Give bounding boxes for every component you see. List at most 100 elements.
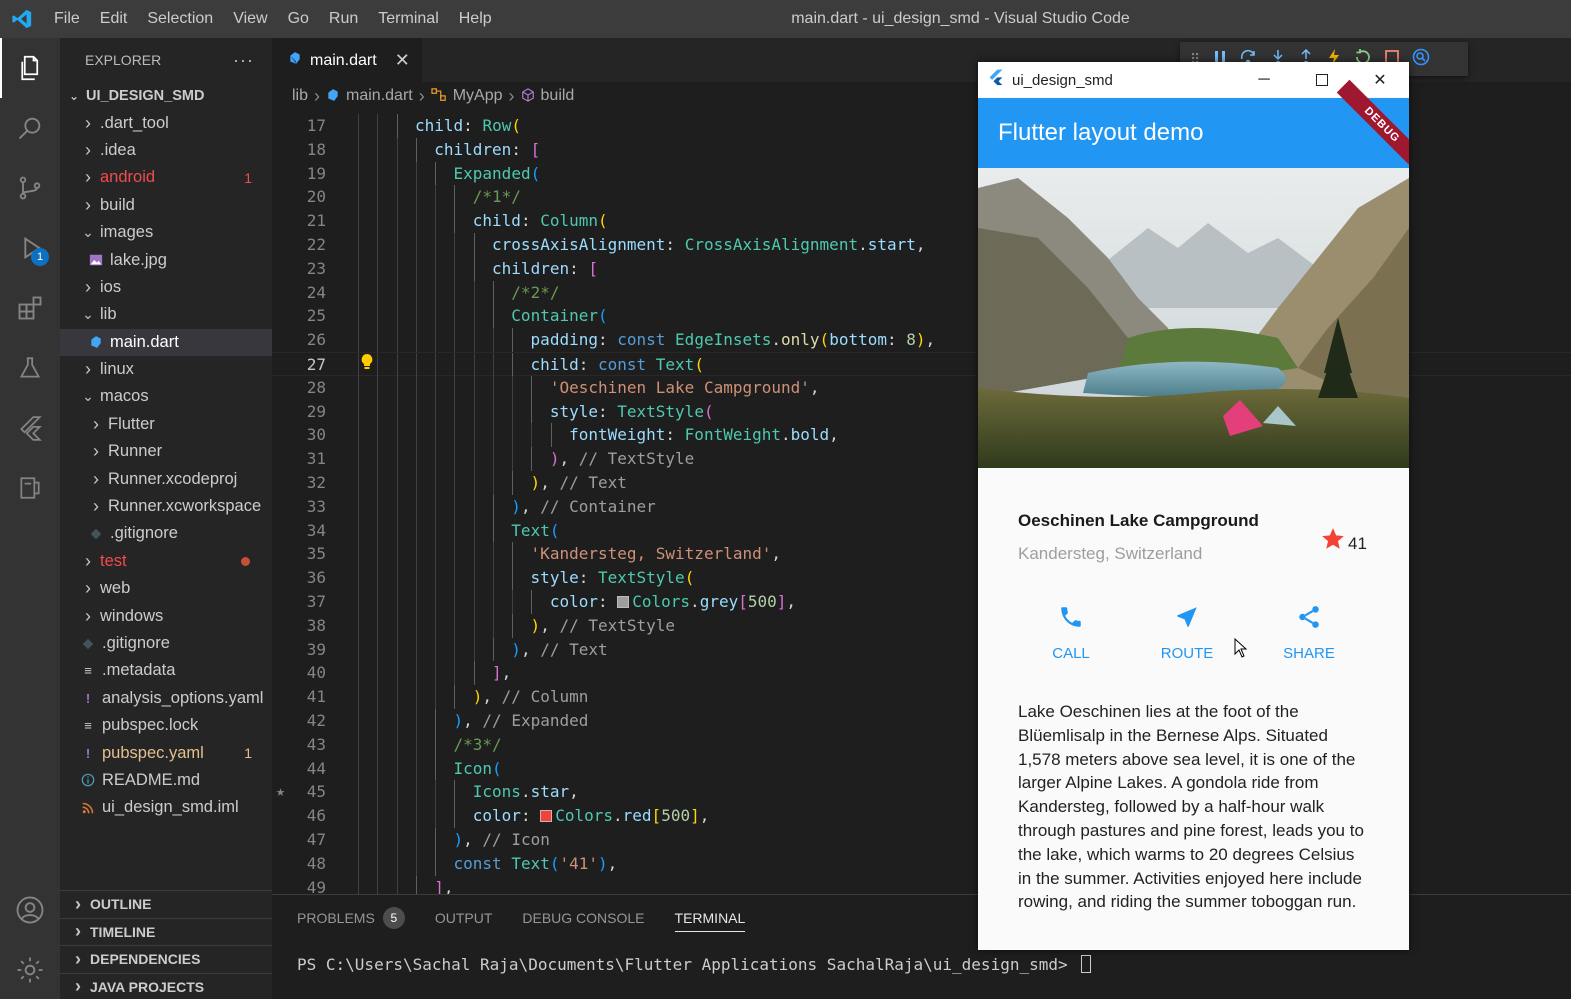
tab-main-dart[interactable]: main.dart ✕ — [272, 38, 422, 82]
route-button[interactable]: ROUTE — [1142, 604, 1232, 662]
minimize-icon[interactable]: ─ — [1235, 62, 1293, 98]
tree-item-runner[interactable]: › Runner — [60, 438, 272, 465]
tree-item-metadata[interactable]: ≡ .metadata — [60, 657, 272, 684]
explorer-icon[interactable] — [0, 38, 60, 98]
tree-item-lib[interactable]: ⌄ lib — [60, 301, 272, 328]
tree-item-linux[interactable]: › linux — [60, 356, 272, 383]
indent-guide — [396, 471, 398, 495]
indent-guide — [358, 399, 359, 424]
tree-item-ui-design-smd-iml[interactable]: ui_design_smd.iml — [60, 794, 272, 821]
menu-run[interactable]: Run — [319, 0, 368, 38]
tree-item-lake-jpg[interactable]: lake.jpg — [60, 246, 272, 273]
section-dependencies[interactable]: › DEPENDENCIES — [60, 945, 272, 973]
tree-item-test[interactable]: › test — [60, 548, 272, 575]
section-java-projects[interactable]: › JAVA PROJECTS — [60, 972, 272, 999]
menu-selection[interactable]: Selection — [137, 0, 223, 38]
tree-item-ios[interactable]: › ios — [60, 274, 272, 301]
indent-guide — [358, 280, 359, 305]
menu-terminal[interactable]: Terminal — [368, 0, 448, 38]
devtools-search-icon[interactable] — [1412, 48, 1430, 71]
tree-item-pubspec-lock[interactable]: ≡ pubspec.lock — [60, 712, 272, 739]
indent-guide — [512, 423, 514, 448]
indent-guide — [415, 471, 417, 495]
breadcrumb-item[interactable]: build — [521, 87, 574, 105]
indent-guide — [396, 613, 398, 638]
call-button[interactable]: CALL — [1026, 604, 1116, 662]
indent-guide — [396, 375, 398, 400]
tree-item-pubspec-yaml[interactable]: ! pubspec.yaml 1 — [60, 739, 272, 766]
tab-terminal[interactable]: TERMINAL — [674, 904, 746, 932]
lightbulb-icon[interactable] — [360, 353, 374, 378]
line-number: 44 — [306, 758, 326, 778]
tree-item-dart-tool[interactable]: › .dart_tool — [60, 109, 272, 136]
project-root-label: UI_DESIGN_SMD — [86, 87, 205, 104]
tree-item-readme-md[interactable]: README.md — [60, 767, 272, 794]
indent-guide — [435, 709, 437, 733]
tree-item-analysis-options-yaml[interactable]: ! analysis_options.yaml — [60, 685, 272, 712]
chevron-right-icon: › — [85, 578, 91, 599]
tree-item-runner-xcworkspace[interactable]: › Runner.xcworkspace — [60, 493, 272, 520]
menu-go[interactable]: Go — [278, 0, 319, 38]
tree-item-android[interactable]: › android 1 — [60, 164, 272, 191]
indent-guide — [435, 328, 437, 352]
source-control-icon[interactable] — [0, 158, 60, 218]
run-debug-icon[interactable]: 1 — [0, 218, 60, 278]
flutter-icon[interactable] — [0, 398, 60, 458]
tab-problems[interactable]: PROBLEMS 5 — [297, 895, 405, 941]
code-text: 'Oeschinen Lake Campground', — [549, 377, 820, 397]
tab-debug-console[interactable]: DEBUG CONSOLE — [522, 895, 644, 941]
extensions-icon[interactable] — [0, 278, 60, 338]
indent-guide — [454, 328, 456, 352]
tree-item-build[interactable]: › build — [60, 192, 272, 219]
menu-edit[interactable]: Edit — [90, 0, 138, 38]
testing-icon[interactable] — [0, 338, 60, 398]
project-root[interactable]: ⌄ UI_DESIGN_SMD — [60, 82, 272, 109]
menu-file[interactable]: File — [44, 0, 90, 38]
flutter-logo-icon — [988, 69, 1004, 91]
tree-item-gitignore[interactable]: .gitignore — [60, 520, 272, 547]
device-icon[interactable] — [0, 458, 60, 518]
tree-item-windows[interactable]: › windows — [60, 602, 272, 629]
code-text: ), // Text — [511, 639, 608, 659]
indent-guide — [435, 399, 437, 424]
tree-item-label: windows — [100, 606, 164, 625]
indent-guide — [415, 756, 417, 781]
indent-guide — [377, 114, 379, 138]
accounts-icon[interactable] — [0, 880, 60, 940]
tree-item-images[interactable]: ⌄ images — [60, 219, 272, 246]
indent-guide — [473, 304, 475, 329]
indent-guide — [396, 494, 398, 519]
tree-item-idea[interactable]: › .idea — [60, 137, 272, 164]
tree-item-web[interactable]: › web — [60, 575, 272, 602]
indent-guide — [377, 423, 379, 448]
code-text: ), // Text — [530, 473, 627, 492]
indent-guide — [435, 494, 437, 519]
line-number: 20 — [306, 187, 326, 207]
line-number: 19 — [306, 163, 326, 183]
indent-guide — [396, 590, 398, 614]
tree-item-gitignore[interactable]: .gitignore — [60, 630, 272, 657]
breadcrumb-item[interactable]: lib — [292, 87, 308, 105]
manage-gear-icon[interactable] — [0, 940, 60, 999]
more-actions-icon[interactable]: ··· — [233, 50, 254, 71]
tree-item-macos[interactable]: ⌄ macos — [60, 383, 272, 410]
line-number: 31 — [306, 449, 326, 469]
search-icon[interactable] — [0, 98, 60, 158]
menu-view[interactable]: View — [223, 0, 277, 38]
tree-item-runner-xcodeproj[interactable]: › Runner.xcodeproj — [60, 465, 272, 492]
tree-item-flutter[interactable]: › Flutter — [60, 411, 272, 438]
terminal[interactable]: PS C:\Users\Sachal Raja\Documents\Flutte… — [272, 955, 1571, 974]
indent-guide — [358, 114, 359, 138]
breadcrumb-item[interactable]: main.dart — [326, 87, 413, 105]
tree-item-label: build — [100, 195, 135, 214]
indent-guide — [396, 185, 398, 210]
section-timeline[interactable]: › TIMELINE — [60, 917, 272, 946]
section-outline[interactable]: › OUTLINE — [60, 890, 272, 918]
close-tab-icon[interactable]: ✕ — [395, 50, 410, 71]
tab-output[interactable]: OUTPUT — [435, 895, 493, 941]
breadcrumb-item[interactable]: MyApp — [431, 87, 503, 105]
near-me-icon — [1142, 604, 1232, 635]
tree-item-main-dart[interactable]: main.dart — [60, 328, 272, 356]
share-button[interactable]: SHARE — [1264, 604, 1354, 662]
menu-help[interactable]: Help — [449, 0, 502, 38]
